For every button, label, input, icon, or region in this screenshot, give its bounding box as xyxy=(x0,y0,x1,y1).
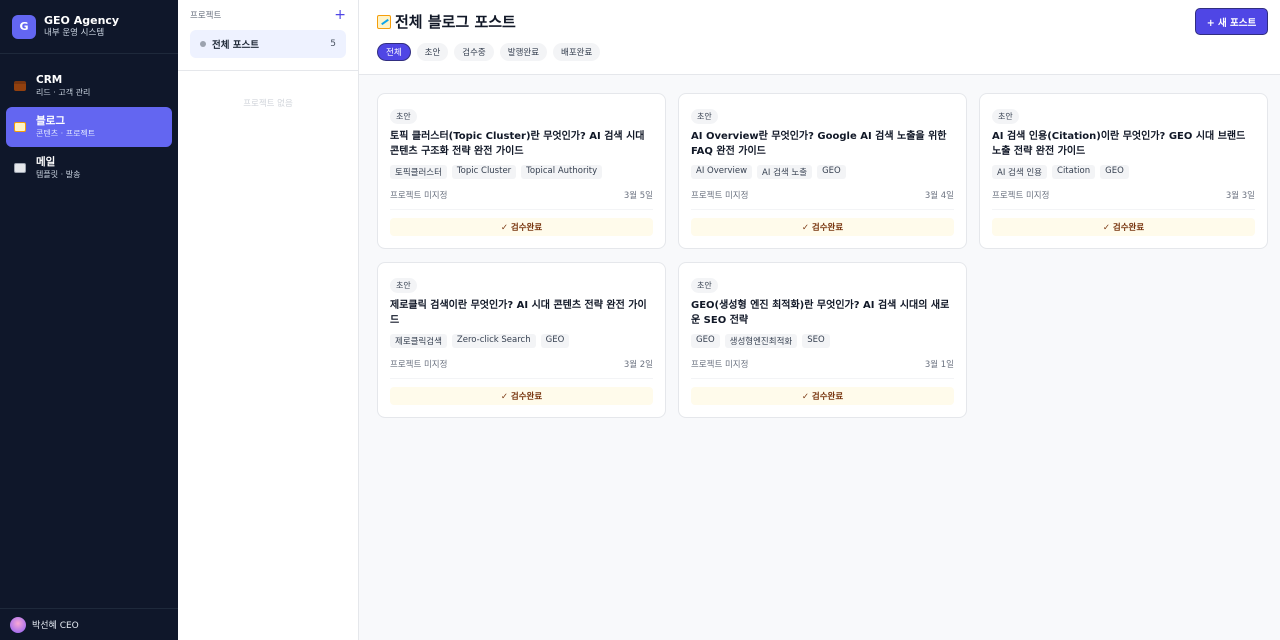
post-card[interactable]: 초안 토픽 클러스터(Topic Cluster)란 무엇인가? AI 검색 시… xyxy=(377,93,666,249)
tag: Topic Cluster xyxy=(451,165,517,179)
project-item-all[interactable]: 전체 포스트 5 xyxy=(190,30,346,58)
tag: GEO xyxy=(540,334,570,348)
post-date: 3월 3일 xyxy=(1225,191,1255,201)
tag: 제로클릭검색 xyxy=(390,334,447,348)
review-status-button[interactable]: ✓ 검수완료 xyxy=(390,387,653,405)
brand-name: GEO Agency xyxy=(44,14,120,27)
tag: GEO xyxy=(691,334,720,348)
post-date: 3월 4일 xyxy=(924,191,954,201)
project-panel: 프로젝트 + 전체 포스트 5 프로젝트 없음 xyxy=(178,0,359,640)
avatar xyxy=(10,616,26,633)
memo-icon xyxy=(377,14,391,29)
tag: GEO xyxy=(817,165,846,179)
tag-list: 토픽클러스터 Topic Cluster Topical Authority xyxy=(390,165,653,179)
tab-reviewing[interactable]: 검수중 xyxy=(454,43,494,61)
status-badge: 초안 xyxy=(390,278,417,293)
post-date: 3월 1일 xyxy=(924,360,954,370)
post-title: 토픽 클러스터(Topic Cluster)란 무엇인가? AI 검색 시대 콘… xyxy=(390,131,645,157)
user-profile[interactable]: 박선혜 CEO xyxy=(0,608,178,640)
status-badge: 초안 xyxy=(691,109,718,124)
projects-empty-text: 프로젝트 없음 xyxy=(243,99,293,109)
main-content: 전체 블로그 포스트 + 새 포스트 전체 초안 검수중 발행완료 배포완료 초… xyxy=(359,0,1280,640)
status-badge: 초안 xyxy=(992,109,1019,124)
status-tabs: 전체 초안 검수중 발행완료 배포완료 xyxy=(377,43,601,61)
add-project-button[interactable]: + xyxy=(334,8,346,22)
review-status-button[interactable]: ✓ 검수완료 xyxy=(390,218,653,236)
post-card[interactable]: 초안 제로클릭 검색이란 무엇인가? AI 시대 콘텐츠 전략 완전 가이드 제… xyxy=(377,262,666,418)
tag-list: AI Overview AI 검색 노출 GEO xyxy=(691,165,954,179)
post-project: 프로젝트 미지정 xyxy=(390,191,448,201)
review-status-button[interactable]: ✓ 검수완료 xyxy=(691,218,954,236)
sidebar-item-sublabel: 리드 · 고객 관리 xyxy=(36,88,91,97)
post-date: 3월 5일 xyxy=(623,191,653,201)
post-project: 프로젝트 미지정 xyxy=(992,191,1050,201)
tag-list: AI 검색 인용 Citation GEO xyxy=(992,165,1255,179)
dot-icon xyxy=(200,41,206,47)
post-title: 제로클릭 검색이란 무엇인가? AI 시대 콘텐츠 전략 완전 가이드 xyxy=(390,300,647,326)
post-date: 3월 2일 xyxy=(623,360,653,370)
brand-subtitle: 내부 운영 시스템 xyxy=(44,28,105,38)
tag: Topical Authority xyxy=(521,165,603,179)
user-name: 박선혜 CEO xyxy=(32,621,79,631)
status-badge: 초안 xyxy=(390,109,417,124)
tag-list: GEO 생성형엔진최적화 SEO xyxy=(691,334,954,348)
memo-icon xyxy=(14,122,26,132)
sidebar-item-sublabel: 콘텐츠 · 프로젝트 xyxy=(36,129,96,138)
tab-all[interactable]: 전체 xyxy=(377,43,411,61)
sidebar-item-crm[interactable]: CRM 리드 · 고객 관리 xyxy=(6,66,172,106)
project-item-label: 전체 포스트 xyxy=(212,40,260,51)
sidebar-nav: CRM 리드 · 고객 관리 블로그 콘텐츠 · 프로젝트 메일 템플릿 · 발… xyxy=(0,54,178,201)
post-card[interactable]: 초안 GEO(생성형 엔진 최적화)란 무엇인가? AI 검색 시대의 새로운 … xyxy=(678,262,967,418)
brand-logo: G xyxy=(12,14,36,39)
tag: Zero-click Search xyxy=(451,334,536,348)
tag: SEO xyxy=(802,334,830,348)
status-badge: 초안 xyxy=(691,278,718,293)
new-post-button[interactable]: + 새 포스트 xyxy=(1195,8,1268,35)
brand[interactable]: G GEO Agency 내부 운영 시스템 xyxy=(0,0,178,54)
divider xyxy=(178,70,358,71)
tag: 토픽클러스터 xyxy=(390,165,447,179)
post-project: 프로젝트 미지정 xyxy=(691,360,749,370)
post-project: 프로젝트 미지정 xyxy=(691,191,749,201)
sidebar-item-mail[interactable]: 메일 템플릿 · 발송 xyxy=(6,148,172,188)
post-grid: 초안 토픽 클러스터(Topic Cluster)란 무엇인가? AI 검색 시… xyxy=(377,93,1268,418)
post-project: 프로젝트 미지정 xyxy=(390,360,448,370)
tag: GEO xyxy=(1100,165,1129,179)
post-title: AI 검색 인용(Citation)이란 무엇인가? GEO 시대 브랜드 노출… xyxy=(992,131,1246,157)
project-item-count: 5 xyxy=(330,39,336,49)
sidebar-item-label: CRM xyxy=(36,74,63,86)
envelope-icon xyxy=(14,163,26,173)
sidebar-item-sublabel: 템플릿 · 발송 xyxy=(36,170,81,179)
post-card[interactable]: 초안 AI 검색 인용(Citation)이란 무엇인가? GEO 시대 브랜드… xyxy=(979,93,1268,249)
page-title: 전체 블로그 포스트 xyxy=(377,11,516,32)
topbar: 전체 블로그 포스트 + 새 포스트 전체 초안 검수중 발행완료 배포완료 xyxy=(359,0,1280,75)
review-status-button[interactable]: ✓ 검수완료 xyxy=(992,218,1255,236)
tag-list: 제로클릭검색 Zero-click Search GEO xyxy=(390,334,653,348)
sidebar: G GEO Agency 내부 운영 시스템 CRM 리드 · 고객 관리 블로… xyxy=(0,0,178,640)
tag: AI 검색 인용 xyxy=(992,165,1048,179)
sidebar-item-label: 블로그 xyxy=(36,115,65,127)
post-title: GEO(생성형 엔진 최적화)란 무엇인가? AI 검색 시대의 새로운 SEO… xyxy=(691,300,950,326)
tag: AI 검색 노출 xyxy=(757,165,813,179)
tab-published[interactable]: 발행완료 xyxy=(499,43,548,61)
sidebar-item-label: 메일 xyxy=(36,156,56,168)
review-status-button[interactable]: ✓ 검수완료 xyxy=(691,387,954,405)
tag: 생성형엔진최적화 xyxy=(724,334,798,348)
post-card[interactable]: 초안 AI Overview란 무엇인가? Google AI 검색 노출을 위… xyxy=(678,93,967,249)
tab-draft[interactable]: 초안 xyxy=(416,43,449,61)
tag: Citation xyxy=(1052,165,1096,179)
sidebar-item-blog[interactable]: 블로그 콘텐츠 · 프로젝트 xyxy=(6,107,172,147)
tag: AI Overview xyxy=(691,165,753,179)
project-header: 프로젝트 xyxy=(190,11,222,21)
tab-deployed[interactable]: 배포완료 xyxy=(553,43,601,61)
page-title-text: 전체 블로그 포스트 xyxy=(395,13,516,31)
post-title: AI Overview란 무엇인가? Google AI 검색 노출을 위한 F… xyxy=(691,131,947,157)
briefcase-icon xyxy=(14,81,26,91)
